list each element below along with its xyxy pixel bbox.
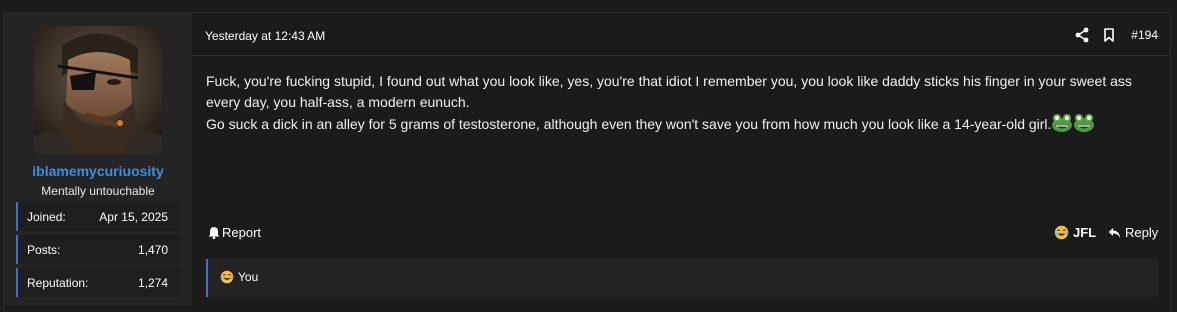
post-number-link[interactable]: #194 (1131, 28, 1158, 42)
stat-posts: Posts: 1,470 (16, 235, 180, 264)
bookmark-icon[interactable] (1101, 27, 1117, 43)
frog-laugh-emoji (1073, 113, 1095, 139)
stat-value: 1,470 (137, 243, 168, 257)
post-timestamp[interactable]: Yesterday at 12:43 AM (205, 29, 325, 43)
report-button[interactable]: Report (208, 225, 261, 240)
reactions-summary-content: You (220, 270, 258, 284)
message-line-text: Go suck a dick in an alley for 5 grams o… (206, 116, 1052, 132)
stat-reputation: Reputation: 1,274 (16, 268, 180, 297)
header-divider (192, 55, 1171, 56)
message-line: Fuck, you're fucking stupid, I found out… (206, 73, 1132, 110)
post-message: Fuck, you're fucking stupid, I found out… (206, 71, 1156, 139)
stat-value: 1,274 (137, 276, 168, 290)
reply-arrow-icon (1108, 227, 1120, 238)
report-label: Report (222, 225, 262, 240)
frog-laugh-emoji (1051, 113, 1073, 139)
post-main: Yesterday at 12:43 AM #194 Fuck, you're … (192, 13, 1171, 305)
message-line-2: Go suck a dick in an alley for 5 grams o… (206, 113, 1156, 139)
username-link[interactable]: iblamemycuriuosity (4, 163, 192, 179)
bearded-eyepatch-man-avatar (34, 26, 162, 154)
reaction-jfl-button[interactable]: JFL (1054, 225, 1096, 240)
reactions-summary[interactable]: You (206, 259, 1158, 297)
stat-label: Joined: (27, 210, 66, 224)
stat-joined: Joined: Apr 15, 2025 (16, 202, 180, 231)
stat-label: Posts: (27, 243, 61, 257)
stat-label: Reputation: (27, 276, 89, 290)
reactions-summary-text: You (238, 270, 259, 284)
avatar[interactable] (34, 26, 162, 154)
user-title: Mentally untouchable (41, 184, 155, 198)
reaction-label: JFL (1073, 225, 1097, 240)
forum-post: iblamemycuriuosity Mentally untouchable … (0, 0, 1177, 312)
reply-button[interactable]: Reply (1108, 225, 1158, 240)
laughing-tears-emoji (220, 270, 234, 284)
share-icon[interactable] (1074, 27, 1090, 43)
stat-value: Apr 15, 2025 (99, 210, 168, 224)
bell-icon (208, 227, 220, 239)
reply-label: Reply (1125, 225, 1159, 240)
laughing-tears-emoji (1054, 225, 1069, 240)
user-sidebar: iblamemycuriuosity Mentally untouchable … (4, 13, 192, 305)
